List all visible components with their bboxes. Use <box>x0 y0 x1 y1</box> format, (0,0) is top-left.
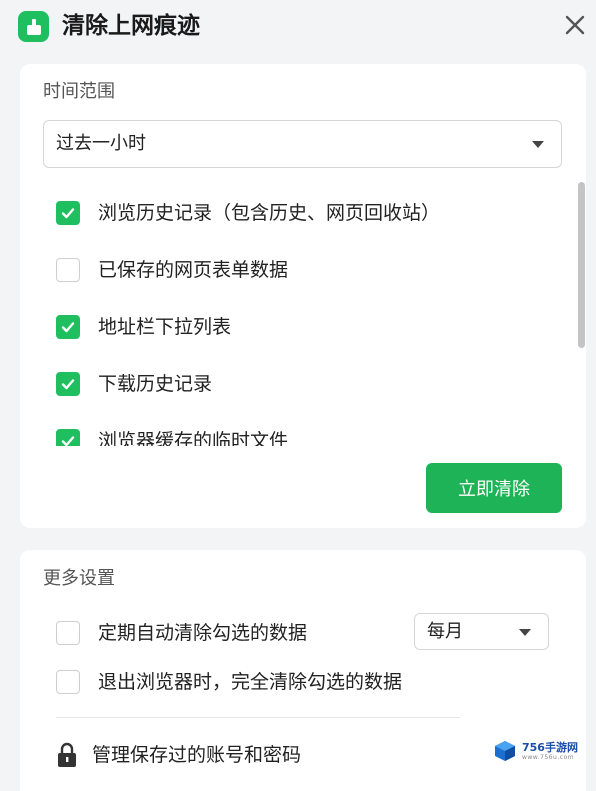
checkbox-unchecked-icon[interactable] <box>56 621 80 645</box>
time-range-label: 时间范围 <box>43 81 115 102</box>
checkbox-unchecked-icon[interactable] <box>56 670 80 694</box>
option-clear-on-exit[interactable]: 退出浏览器时，完全清除勾选的数据 <box>56 668 402 696</box>
checkbox-unchecked-icon[interactable] <box>56 258 80 282</box>
manage-passwords-link[interactable]: 管理保存过的账号和密码 <box>56 738 301 772</box>
option-auto-clear[interactable]: 定期自动清除勾选的数据 <box>56 619 307 647</box>
chevron-down-icon <box>532 141 544 148</box>
broom-clean-icon <box>18 11 49 42</box>
dialog-title: 清除上网痕迹 <box>62 13 200 39</box>
option-label: 地址栏下拉列表 <box>98 316 232 338</box>
time-range-select[interactable]: 过去一小时 <box>43 120 562 168</box>
dialog-header: 清除上网痕迹 <box>0 0 596 52</box>
option-label: 定期自动清除勾选的数据 <box>98 622 308 644</box>
option-label: 下载历史记录 <box>98 373 213 395</box>
checkbox-checked-icon[interactable] <box>56 315 80 339</box>
option-label: 浏览器缓存的临时文件 <box>98 430 289 446</box>
divider <box>56 717 460 718</box>
option-address-bar[interactable]: 地址栏下拉列表 <box>56 313 231 341</box>
close-button[interactable] <box>560 10 590 40</box>
option-cache-files[interactable]: 浏览器缓存的临时文件 <box>56 427 288 446</box>
checkbox-checked-icon[interactable] <box>56 201 80 225</box>
manage-passwords-label: 管理保存过的账号和密码 <box>92 744 302 766</box>
time-range-value: 过去一小时 <box>56 133 146 154</box>
site-watermark: 756手游网 www.756u.com <box>494 734 590 768</box>
option-browsing-history[interactable]: 浏览历史记录（包含历史、网页回收站） <box>56 199 440 227</box>
checkbox-checked-icon[interactable] <box>56 372 80 396</box>
close-icon <box>565 15 585 35</box>
option-label: 退出浏览器时，完全清除勾选的数据 <box>98 671 403 693</box>
option-label: 已保存的网页表单数据 <box>98 259 289 281</box>
cube-logo-icon <box>495 741 515 761</box>
more-settings-label: 更多设置 <box>43 568 115 589</box>
checkbox-checked-icon[interactable] <box>56 429 80 446</box>
frequency-select[interactable]: 每月 <box>414 613 549 650</box>
option-label: 浏览历史记录（包含历史、网页回收站） <box>98 202 441 224</box>
list-scrollbar[interactable] <box>578 182 585 348</box>
lock-icon <box>58 742 76 767</box>
chevron-down-icon <box>519 629 531 636</box>
option-download-history[interactable]: 下载历史记录 <box>56 370 212 398</box>
watermark-url: www.756u.com <box>522 753 575 761</box>
frequency-value: 每月 <box>427 620 463 642</box>
watermark-text: 756手游网 <box>522 740 578 754</box>
clear-options-list[interactable]: 浏览历史记录（包含历史、网页回收站） 已保存的网页表单数据 地址栏下拉列表 下载… <box>40 178 580 446</box>
clear-now-button[interactable]: 立即清除 <box>426 463 562 513</box>
option-form-data[interactable]: 已保存的网页表单数据 <box>56 256 288 284</box>
